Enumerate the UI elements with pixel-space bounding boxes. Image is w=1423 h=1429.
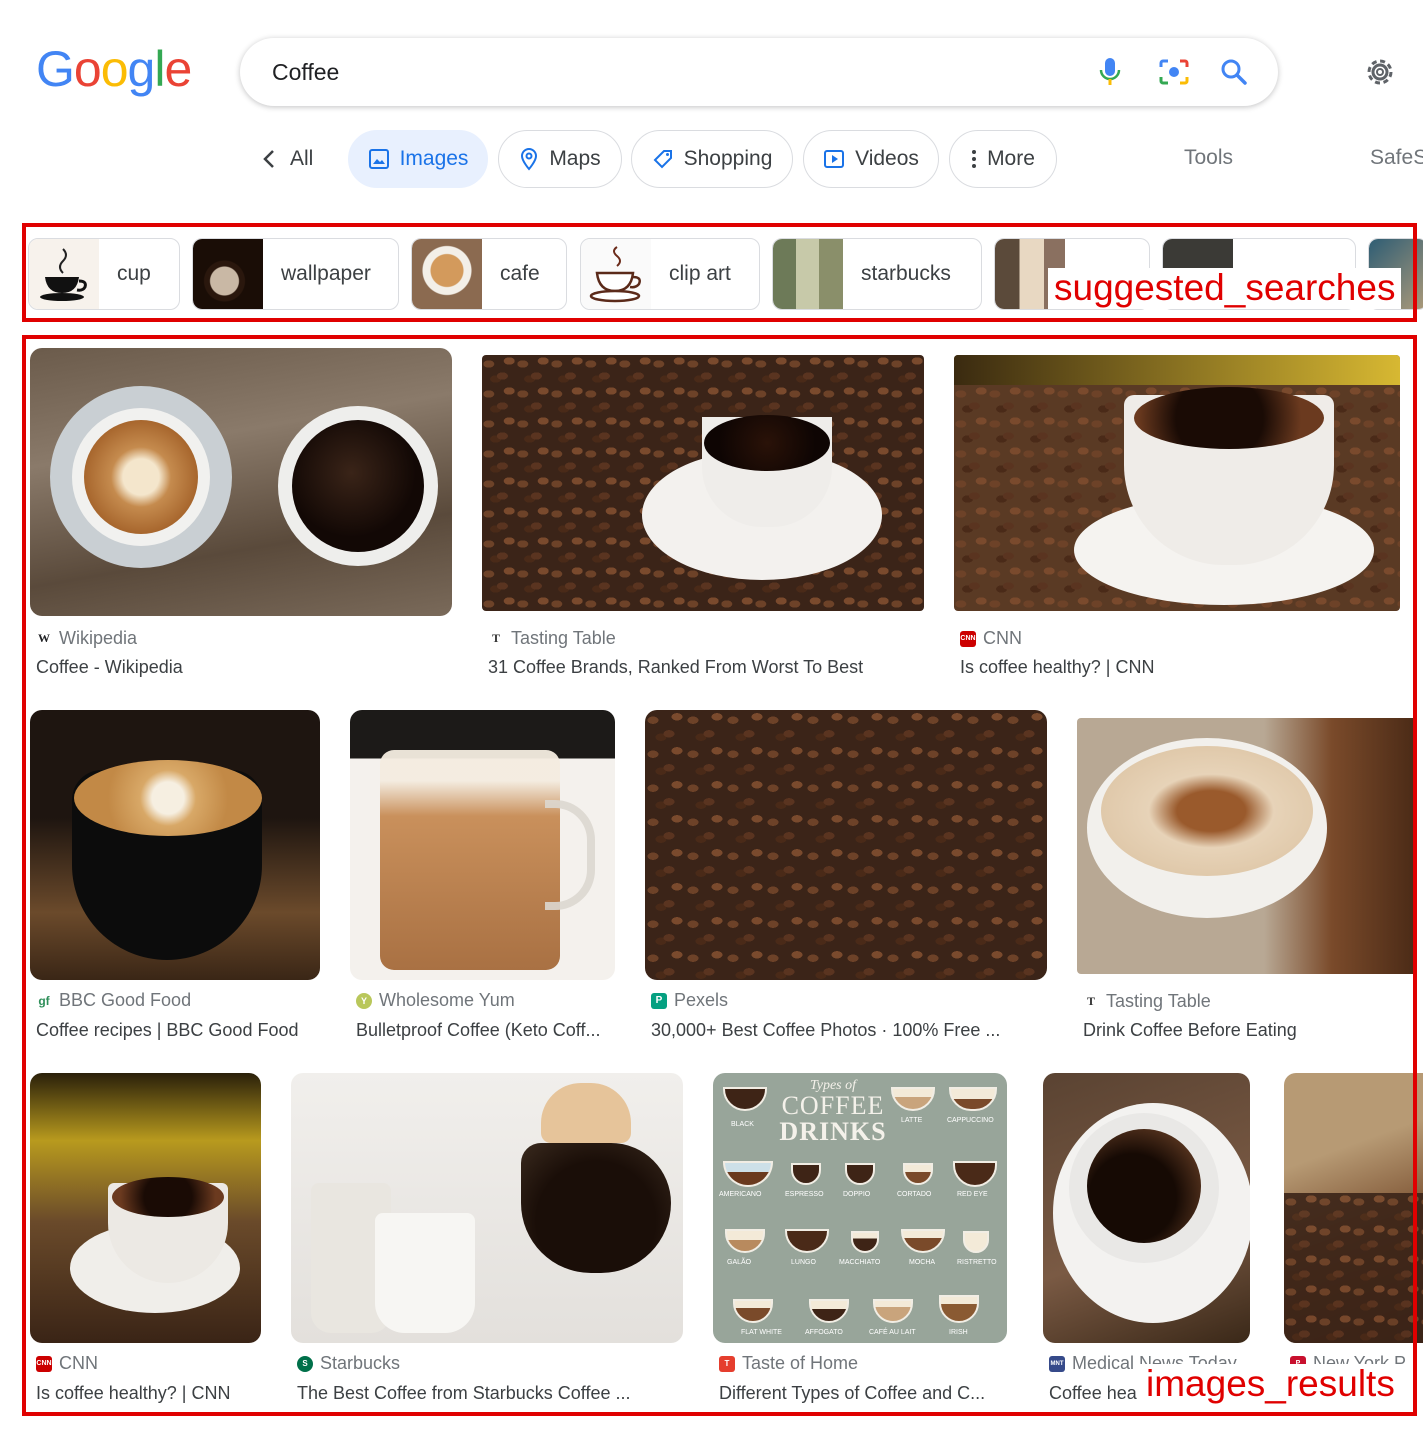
- tab-label: Maps: [549, 147, 601, 170]
- tab-label: Images: [399, 147, 469, 170]
- logo-letter: l: [154, 41, 165, 97]
- tab-more[interactable]: More: [949, 130, 1057, 188]
- search-box[interactable]: Coffee: [240, 38, 1278, 106]
- microphone-icon[interactable]: [1092, 54, 1128, 90]
- logo-letter: g: [127, 41, 156, 97]
- gear-icon[interactable]: [1358, 50, 1402, 94]
- suggested-searches-annotation-label: suggested_searches: [1048, 267, 1402, 309]
- camera-lens-icon[interactable]: [1154, 54, 1194, 90]
- play-icon: [824, 150, 845, 168]
- tag-icon: [653, 150, 672, 169]
- tab-shopping[interactable]: Shopping: [631, 130, 793, 188]
- search-input[interactable]: Coffee: [272, 59, 339, 86]
- safesearch-button[interactable]: SafeS: [1370, 146, 1423, 170]
- tab-maps[interactable]: Maps: [498, 130, 622, 188]
- chevron-left-icon: [263, 150, 274, 168]
- logo-letter: o: [73, 41, 102, 97]
- tab-label: Shopping: [683, 147, 773, 170]
- map-pin-icon: [521, 147, 538, 171]
- tab-videos[interactable]: Videos: [803, 130, 939, 188]
- images-results-annotation-box: [22, 335, 1417, 1416]
- logo-letter: G: [36, 41, 75, 97]
- google-logo[interactable]: Google: [36, 41, 192, 97]
- tab-images[interactable]: Images: [348, 130, 488, 188]
- image-icon: [368, 149, 389, 169]
- tab-label: All: [290, 147, 314, 170]
- tools-button[interactable]: Tools: [1184, 146, 1233, 170]
- tab-label: More: [987, 147, 1035, 170]
- search-icon[interactable]: [1216, 54, 1252, 90]
- images-results-annotation-label: images_results: [1140, 1363, 1401, 1405]
- logo-letter: o: [100, 41, 129, 97]
- tab-label: Videos: [855, 147, 919, 170]
- logo-letter: e: [164, 41, 192, 97]
- tab-all[interactable]: All: [262, 130, 313, 188]
- more-vert-icon: [972, 150, 977, 168]
